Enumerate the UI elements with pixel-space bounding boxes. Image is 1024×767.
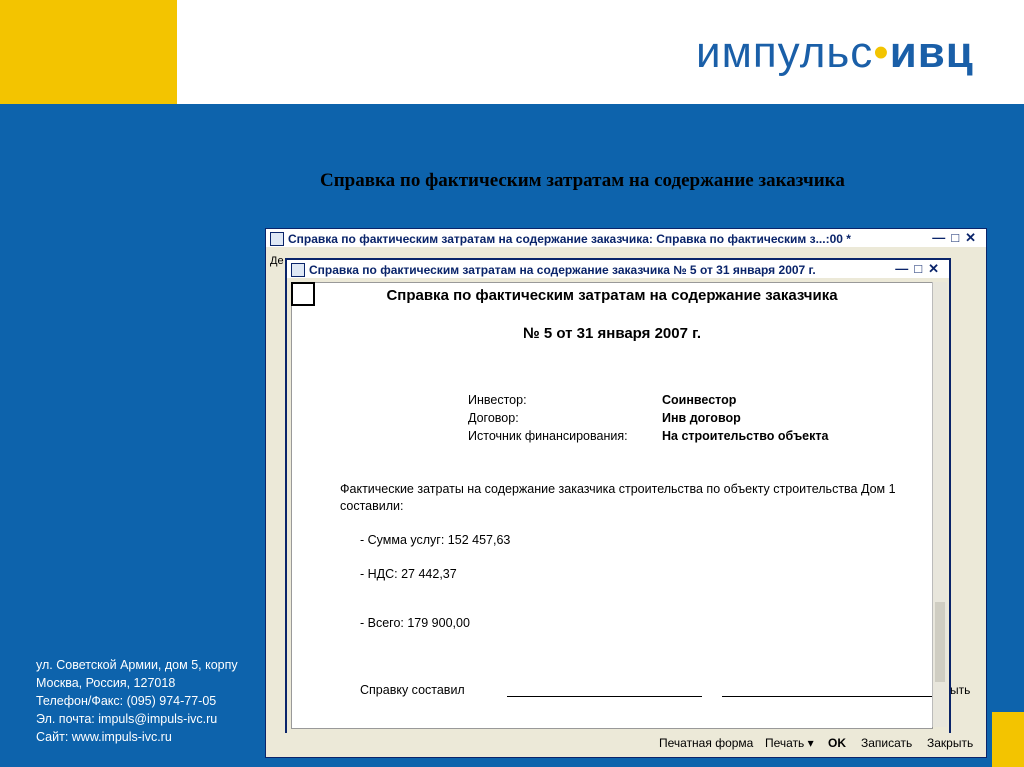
window-front-titlebar[interactable]: Справка по фактическим затратам на содер… bbox=[287, 260, 949, 278]
address-line: Телефон/Факс: (095) 974-77-05 bbox=[36, 694, 217, 708]
field-label: Договор: bbox=[468, 411, 519, 425]
field-label: Источник финансирования: bbox=[468, 429, 628, 443]
logo-text-left: импульс bbox=[696, 28, 874, 77]
accent-block bbox=[992, 712, 1024, 767]
button-bar: Печатная форма Печать ▾ OK Записать Закр… bbox=[285, 733, 985, 755]
print-button[interactable]: Печать ▾ bbox=[765, 736, 814, 750]
close-button-partial[interactable]: ыть bbox=[950, 683, 970, 697]
slide-title: Справка по фактическим затратам на содер… bbox=[320, 170, 845, 191]
report-paragraph: Фактические затраты на содержание заказч… bbox=[340, 482, 896, 513]
signature-line bbox=[722, 696, 932, 697]
window-controls[interactable]: —□✕ bbox=[895, 261, 945, 277]
vat-line: - НДС: 27 442,37 bbox=[360, 567, 457, 581]
close-button[interactable]: Закрыть bbox=[927, 736, 973, 750]
scroll-thumb[interactable] bbox=[935, 602, 945, 682]
vertical-scrollbar[interactable] bbox=[932, 282, 947, 727]
corner-marker bbox=[291, 282, 315, 306]
document-icon bbox=[270, 232, 284, 246]
address-line: Сайт: www.impuls-ivc.ru bbox=[36, 730, 172, 744]
menu-cut[interactable]: Де bbox=[270, 255, 284, 267]
signed-label: Справку составил bbox=[360, 683, 465, 697]
sum-line: - Сумма услуг: 152 457,63 bbox=[360, 533, 511, 547]
total-line: - Всего: 179 900,00 bbox=[360, 616, 470, 630]
window-back-title: Справка по фактическим затратам на содер… bbox=[288, 232, 851, 246]
brand-logo: импульс•ивц bbox=[696, 28, 974, 78]
window-front-title: Справка по фактическим затратам на содер… bbox=[309, 263, 816, 277]
report-document: Справка по фактическим затратам на содер… bbox=[291, 282, 933, 729]
print-form-button[interactable]: Печатная форма bbox=[659, 736, 753, 750]
address-line: ул. Советской Армии, дом 5, корпу bbox=[36, 658, 238, 672]
window-front[interactable]: Справка по фактическим затратам на содер… bbox=[285, 258, 951, 737]
address-line: Эл. почта: impuls@impuls-ivc.ru bbox=[36, 712, 218, 726]
window-side-panel bbox=[947, 293, 985, 733]
field-label: Инвестор: bbox=[468, 393, 527, 407]
logo-dot: • bbox=[873, 28, 890, 77]
field-value: На строительство объекта bbox=[662, 429, 829, 443]
ok-button[interactable]: OK bbox=[828, 736, 846, 750]
report-title: Справка по фактическим затратам на содер… bbox=[386, 287, 838, 304]
brand-block bbox=[0, 0, 177, 104]
logo-text-right: ивц bbox=[889, 28, 974, 77]
save-button[interactable]: Записать bbox=[861, 736, 912, 750]
contact-address: ул. Советской Армии, дом 5, корпу Москва… bbox=[36, 656, 238, 746]
field-value: Инв договор bbox=[662, 411, 741, 425]
window-back-titlebar[interactable]: Справка по фактическим затратам на содер… bbox=[266, 229, 986, 247]
report-icon bbox=[291, 263, 305, 277]
field-value: Соинвестор bbox=[662, 393, 737, 407]
signature-line bbox=[507, 696, 702, 697]
address-line: Москва, Россия, 127018 bbox=[36, 676, 176, 690]
report-number: № 5 от 31 января 2007 г. bbox=[522, 325, 702, 342]
window-controls[interactable]: —□✕ bbox=[932, 230, 982, 246]
